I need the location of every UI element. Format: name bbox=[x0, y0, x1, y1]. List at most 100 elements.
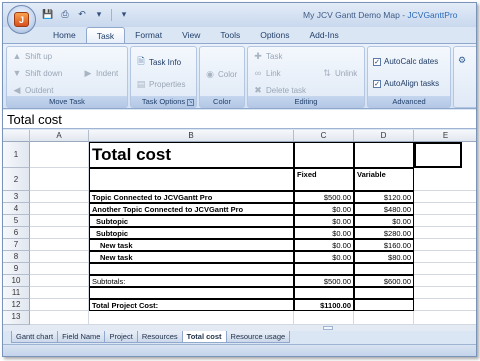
properties-button[interactable]: ▤ Properties bbox=[136, 79, 186, 89]
cell-e4[interactable] bbox=[414, 203, 476, 215]
row-header-5[interactable]: 5 bbox=[3, 215, 30, 227]
fixed-cost-cell[interactable]: $0.00 bbox=[294, 251, 354, 263]
column-header-a[interactable]: A bbox=[30, 130, 89, 142]
row-header-2[interactable]: 2 bbox=[3, 168, 30, 191]
cell-e6[interactable] bbox=[414, 227, 476, 239]
cell-d11[interactable] bbox=[354, 287, 414, 299]
cell-e2[interactable] bbox=[414, 168, 476, 191]
cell-c11[interactable] bbox=[294, 287, 354, 299]
indent-button[interactable]: ▶ Indent bbox=[83, 68, 119, 78]
cell-b13[interactable] bbox=[89, 311, 294, 325]
outdent-button[interactable]: ◀ Outdent bbox=[12, 85, 54, 95]
cell-a12[interactable] bbox=[30, 299, 89, 311]
cell-b2[interactable] bbox=[89, 168, 294, 191]
cell-e9[interactable] bbox=[414, 263, 476, 275]
sheet-tab-gantt-chart[interactable]: Gantt chart bbox=[11, 331, 59, 343]
task-info-button[interactable]: 🗎 Task Info bbox=[136, 56, 181, 67]
task-label[interactable]: Subtopic bbox=[89, 227, 294, 239]
column-header-c[interactable]: C bbox=[294, 130, 354, 142]
add-task-button[interactable]: ✚ Task bbox=[253, 51, 282, 61]
overflow-button[interactable]: ⚙ bbox=[457, 55, 467, 65]
column-header-e[interactable]: E bbox=[414, 130, 476, 142]
column-header-b[interactable]: B bbox=[89, 130, 294, 142]
sheet-tab-total-cost[interactable]: Total cost bbox=[181, 331, 227, 343]
row-header-7[interactable]: 7 bbox=[3, 239, 30, 251]
task-label[interactable]: Topic Connected to JCVGantt Pro bbox=[89, 191, 294, 203]
sheet-tab-resources[interactable]: Resources bbox=[136, 331, 183, 343]
office-button[interactable]: J bbox=[7, 5, 36, 34]
cell-e1-selected[interactable] bbox=[414, 142, 462, 168]
column-label-variable[interactable]: Variable bbox=[354, 168, 414, 191]
autocalc-dates-checkbox[interactable]: ✓ AutoCalc dates bbox=[373, 57, 438, 66]
cell-a8[interactable] bbox=[30, 251, 89, 263]
customize-qat-icon[interactable]: ▾ bbox=[117, 8, 131, 21]
row-header-1[interactable]: 1 bbox=[3, 142, 30, 168]
cell-a9[interactable] bbox=[30, 263, 89, 275]
fixed-cost-cell[interactable]: $0.00 bbox=[294, 239, 354, 251]
subtotals-label[interactable]: Subtotals: bbox=[89, 275, 294, 287]
subtotal-variable[interactable]: $600.00 bbox=[354, 275, 414, 287]
task-label[interactable]: New task bbox=[89, 251, 294, 263]
task-label[interactable]: New task bbox=[89, 239, 294, 251]
variable-cost-cell[interactable]: $120.00 bbox=[354, 191, 414, 203]
cell-a2[interactable] bbox=[30, 168, 89, 191]
tab-tools[interactable]: Tools bbox=[210, 27, 250, 43]
cell-b9[interactable] bbox=[89, 263, 294, 275]
tab-view[interactable]: View bbox=[172, 27, 210, 43]
tab-format[interactable]: Format bbox=[125, 27, 172, 43]
cell-e10[interactable] bbox=[414, 275, 476, 287]
row-header-6[interactable]: 6 bbox=[3, 227, 30, 239]
undo-icon[interactable]: ↶ bbox=[75, 8, 89, 21]
tab-home[interactable]: Home bbox=[43, 27, 86, 43]
select-all-corner[interactable] bbox=[3, 130, 30, 142]
fixed-cost-cell[interactable]: $0.00 bbox=[294, 227, 354, 239]
row-header-11[interactable]: 11 bbox=[3, 287, 30, 299]
cell-d9[interactable] bbox=[354, 263, 414, 275]
variable-cost-cell[interactable]: $280.00 bbox=[354, 227, 414, 239]
cell-e8[interactable] bbox=[414, 251, 476, 263]
save-icon[interactable]: 💾 bbox=[41, 8, 55, 21]
task-label[interactable]: Another Topic Connected to JCVGantt Pro bbox=[89, 203, 294, 215]
sheet-tab-resource-usage[interactable]: Resource usage bbox=[225, 331, 291, 343]
cell-a11[interactable] bbox=[30, 287, 89, 299]
sheet-tab-field-name[interactable]: Field Name bbox=[57, 331, 106, 343]
cell-e7[interactable] bbox=[414, 239, 476, 251]
cell-a1[interactable] bbox=[30, 142, 89, 168]
cell-c13[interactable] bbox=[294, 311, 354, 325]
cell-a13[interactable] bbox=[30, 311, 89, 325]
subtotal-fixed[interactable]: $500.00 bbox=[294, 275, 354, 287]
fixed-cost-cell[interactable]: $0.00 bbox=[294, 215, 354, 227]
total-project-cost-label[interactable]: Total Project Cost: bbox=[89, 299, 294, 311]
cell-d13[interactable] bbox=[354, 311, 414, 325]
variable-cost-cell[interactable]: $160.00 bbox=[354, 239, 414, 251]
link-button[interactable]: ∞ Link bbox=[253, 68, 281, 78]
row-header-4[interactable]: 4 bbox=[3, 203, 30, 215]
sheet-title[interactable]: Total cost bbox=[89, 142, 294, 168]
fixed-cost-cell[interactable]: $0.00 bbox=[294, 203, 354, 215]
cell-a6[interactable] bbox=[30, 227, 89, 239]
cell-e13[interactable] bbox=[414, 311, 476, 325]
task-label[interactable]: Subtopic bbox=[89, 215, 294, 227]
row-header-13[interactable]: 13 bbox=[3, 311, 30, 325]
row-header-10[interactable]: 10 bbox=[3, 275, 30, 287]
variable-cost-cell[interactable]: $480.00 bbox=[354, 203, 414, 215]
sheet-tab-project[interactable]: Project bbox=[104, 331, 138, 343]
variable-cost-cell[interactable]: $0.00 bbox=[354, 215, 414, 227]
delete-task-button[interactable]: ✖ Delete task bbox=[253, 85, 306, 95]
print-icon[interactable]: ⎙ bbox=[58, 8, 72, 21]
tab-task[interactable]: Task bbox=[85, 27, 126, 43]
column-label-fixed[interactable]: Fixed bbox=[294, 168, 354, 191]
cell-e3[interactable] bbox=[414, 191, 476, 203]
cell-e11[interactable] bbox=[414, 287, 476, 299]
total-project-cost-value[interactable]: $1100.00 bbox=[294, 299, 354, 311]
row-header-8[interactable]: 8 bbox=[3, 251, 30, 263]
tab-options[interactable]: Options bbox=[250, 27, 299, 43]
column-header-d[interactable]: D bbox=[354, 130, 414, 142]
cell-c1[interactable] bbox=[294, 142, 354, 168]
cell-c9[interactable] bbox=[294, 263, 354, 275]
name-box[interactable]: Total cost bbox=[3, 110, 476, 129]
undo-dropdown-icon[interactable]: ▾ bbox=[92, 8, 106, 21]
fixed-cost-cell[interactable]: $500.00 bbox=[294, 191, 354, 203]
shift-up-button[interactable]: ▲ Shift up bbox=[12, 51, 53, 61]
unlink-button[interactable]: ⇅ Unlink bbox=[322, 68, 357, 78]
